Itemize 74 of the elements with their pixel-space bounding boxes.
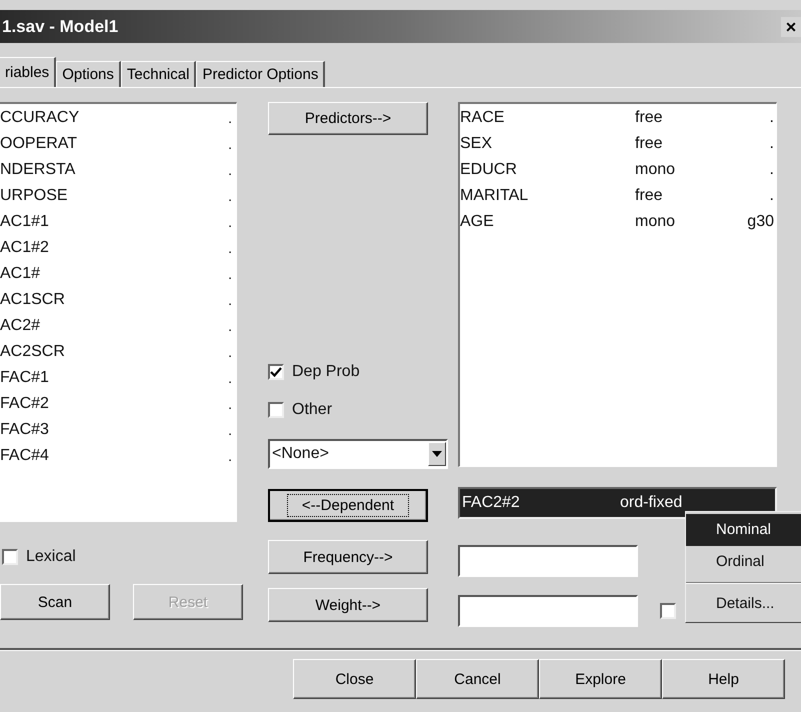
variable-name[interactable]: FAC#3: [0, 418, 49, 444]
button[interactable]: Help: [662, 659, 785, 699]
variable-list[interactable]: CCURACY . OOPERAT . NDERSTA . URPOSE . AC1#1 . AC1#2 . AC1# . AC1SCR . AC2# . AC2SCR . FAC#1 . FAC#2 . FAC#3 . FAC#4 .: [0, 102, 237, 522]
menu-item[interactable]: Ordinal: [686, 546, 801, 578]
variable-mark: .: [228, 395, 232, 414]
variable-name[interactable]: URPOSE: [0, 184, 68, 210]
dependent-button[interactable]: <--Dependent: [268, 488, 428, 522]
checkbox[interactable]: [2, 549, 18, 565]
variable-mark: .: [228, 343, 232, 362]
checkbox[interactable]: [660, 603, 676, 619]
predictor-name[interactable]: EDUCR: [460, 158, 635, 184]
tab[interactable]: riables: [0, 57, 56, 87]
variable-mark: .: [228, 239, 232, 258]
checkbox-label: Dep Prob: [292, 363, 360, 382]
predictor-list[interactable]: RACE free . SEX free . EDUCR mono . MARITAL free . AGE mono g30: [458, 102, 777, 467]
tab[interactable]: Options: [56, 61, 121, 87]
variable-name[interactable]: AC1#1: [0, 210, 49, 236]
variable-name[interactable]: AC2SCR: [0, 340, 65, 366]
variable-mark: .: [228, 187, 232, 206]
variable-name[interactable]: AC1#: [0, 262, 40, 288]
checkbox[interactable]: [268, 364, 284, 380]
button[interactable]: Cancel: [416, 659, 539, 699]
variable-name[interactable]: OOPERAT: [0, 132, 78, 158]
predictor-type: free: [635, 108, 664, 128]
variable-mark: .: [228, 291, 232, 310]
variable-mark: .: [228, 447, 232, 466]
menu-item[interactable]: Nominal: [686, 514, 801, 546]
frequency-button[interactable]: Frequency-->: [268, 540, 428, 574]
predictor-level: .: [768, 160, 775, 180]
variable-name[interactable]: AC1SCR: [0, 288, 65, 314]
predictor-name[interactable]: AGE: [460, 210, 635, 236]
button[interactable]: Explore: [539, 659, 662, 699]
menu-item[interactable]: Details...: [686, 588, 801, 620]
tab[interactable]: Technical: [120, 61, 196, 87]
variable-name[interactable]: FAC#2: [0, 392, 49, 418]
predictor-level: .: [768, 186, 775, 206]
weight-field[interactable]: [458, 595, 638, 627]
predictor-name[interactable]: RACE: [460, 106, 635, 132]
tab[interactable]: Predictor Options: [196, 61, 326, 87]
variable-mark: .: [228, 265, 232, 284]
checkbox-label: Lexical: [26, 548, 76, 566]
variable-mark: .: [228, 109, 232, 128]
variable-mark: .: [228, 421, 232, 440]
dropdown-field[interactable]: <None>: [268, 439, 448, 469]
close-button[interactable]: ×: [781, 16, 801, 36]
window-title: 1.sav - Model1: [1, 16, 118, 36]
predictor-type: free: [635, 134, 664, 154]
variable-name[interactable]: FAC#4: [0, 444, 49, 470]
dependent-field[interactable]: FAC2#2 ord-fixed: [458, 487, 777, 519]
predictor-name[interactable]: SEX: [460, 132, 635, 158]
predictor-type: mono: [635, 212, 676, 232]
variable-mark: .: [228, 161, 232, 180]
predictor-level: .: [768, 134, 775, 154]
button[interactable]: Scan: [0, 584, 110, 620]
predictor-type: mono: [635, 160, 676, 180]
checkbox[interactable]: [268, 402, 284, 418]
predictors-button[interactable]: Predictors-->: [268, 102, 428, 136]
variable-mark: .: [228, 213, 232, 232]
variable-name[interactable]: AC1#2: [0, 236, 49, 262]
predictor-level: g30: [746, 212, 775, 232]
variable-name[interactable]: CCURACY: [0, 106, 80, 132]
variable-name[interactable]: AC2#: [0, 314, 40, 340]
checkbox-label: Other: [292, 401, 332, 420]
predictor-name[interactable]: MARITAL: [460, 184, 635, 210]
button[interactable]: Close: [293, 659, 416, 699]
variable-name[interactable]: FAC#1: [0, 366, 49, 392]
frequency-field[interactable]: [458, 545, 638, 577]
variable-mark: .: [228, 135, 232, 154]
variable-mark: .: [228, 369, 232, 388]
variable-name[interactable]: NDERSTA: [0, 158, 76, 184]
weight-button[interactable]: Weight-->: [268, 588, 428, 622]
variable-mark: .: [228, 317, 232, 336]
predictor-level: .: [768, 108, 775, 128]
predictor-type: free: [635, 186, 664, 206]
